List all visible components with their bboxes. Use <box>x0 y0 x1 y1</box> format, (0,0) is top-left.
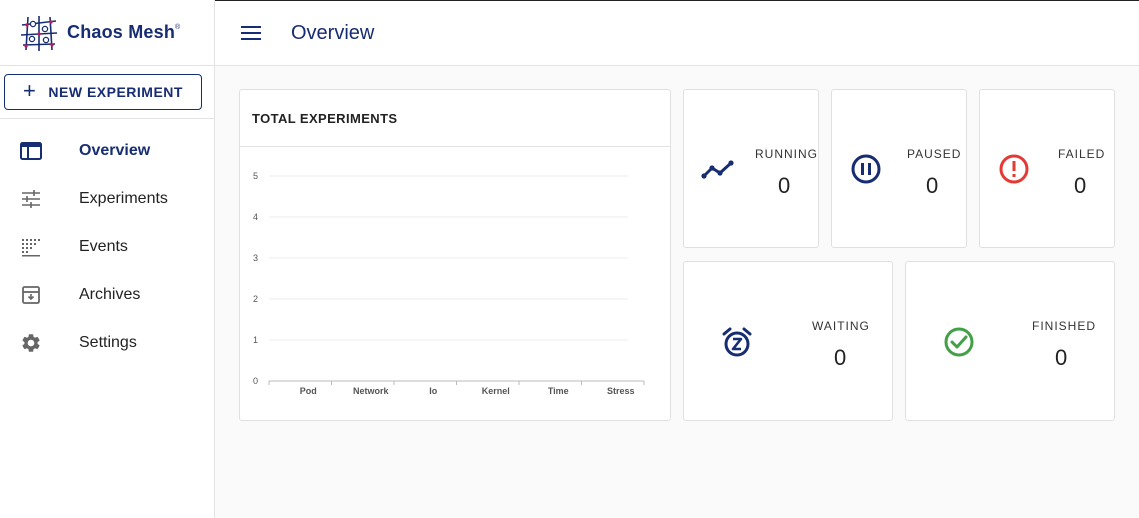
brand-name: Chaos Mesh® <box>67 22 181 42</box>
y-tick-label: 3 <box>253 253 258 263</box>
running-label: RUNNING <box>755 147 818 161</box>
brand[interactable]: Chaos Mesh® <box>0 0 214 66</box>
sidebar-nav: Overview Experiments Events Archives Set… <box>0 127 214 367</box>
sidebar-item-experiments[interactable]: Experiments <box>0 175 214 223</box>
sidebar-item-events[interactable]: Events <box>0 223 214 271</box>
sidebar-item-label: Archives <box>79 286 141 303</box>
sidebar-divider <box>0 118 214 119</box>
waiting-card[interactable]: WAITING 0 <box>683 261 893 421</box>
waiting-label: WAITING <box>812 319 870 333</box>
new-experiment-button[interactable]: + NEW EXPERIMENT <box>4 74 202 110</box>
x-tick-label: Time <box>548 386 569 396</box>
y-tick-label: 0 <box>253 376 258 386</box>
failed-card[interactable]: FAILED 0 <box>979 89 1115 248</box>
gear-icon <box>20 332 42 354</box>
grid-icon <box>20 236 42 258</box>
paused-count: 0 <box>926 173 939 198</box>
new-experiment-label: NEW EXPERIMENT <box>48 84 183 100</box>
sidebar-item-archives[interactable]: Archives <box>0 271 214 319</box>
error-icon <box>998 153 1030 190</box>
finished-count: 0 <box>1055 345 1068 370</box>
paused-card[interactable]: PAUSED 0 <box>831 89 967 248</box>
sidebar-item-label: Overview <box>79 142 151 159</box>
snooze-icon <box>721 326 753 363</box>
failed-label: FAILED <box>1058 147 1106 161</box>
plus-icon: + <box>23 78 37 103</box>
check-circle-icon <box>943 326 975 363</box>
y-tick-label: 4 <box>253 212 258 222</box>
finished-label: FINISHED <box>1032 319 1097 333</box>
sidebar-item-label: Events <box>79 238 128 255</box>
failed-count: 0 <box>1074 173 1087 198</box>
y-tick-label: 1 <box>253 335 258 345</box>
waiting-count: 0 <box>834 345 847 370</box>
top-bar: Overview <box>215 0 1139 66</box>
sidebar: Chaos Mesh® + NEW EXPERIMENT Overview Ex… <box>0 0 215 518</box>
sidebar-item-label: Experiments <box>79 190 168 207</box>
chart-title: TOTAL EXPERIMENTS <box>240 90 670 147</box>
x-tick-label: Pod <box>300 386 317 396</box>
sidebar-item-overview[interactable]: Overview <box>0 127 214 175</box>
x-tick-label: Kernel <box>482 386 510 396</box>
trend-icon <box>701 158 735 187</box>
total-experiments-chart: 0 1 2 3 4 5 Pod Network Io Kernel Time Stress <box>253 171 645 396</box>
paused-label: PAUSED <box>907 147 962 161</box>
tune-icon <box>20 188 42 210</box>
finished-card[interactable]: FINISHED 0 <box>905 261 1115 421</box>
y-tick-label: 5 <box>253 171 258 181</box>
x-tick-label: Network <box>353 386 390 396</box>
running-count: 0 <box>778 173 791 198</box>
dashboard-icon <box>20 140 42 162</box>
running-card[interactable]: RUNNING 0 <box>683 89 819 248</box>
x-tick-label: Stress <box>607 386 635 396</box>
menu-icon[interactable] <box>241 23 261 43</box>
pause-circle-icon <box>850 153 882 190</box>
sidebar-item-settings[interactable]: Settings <box>0 319 214 367</box>
total-experiments-card: TOTAL EXPERIMENTS 0 1 2 3 4 5 Pod Network Io Kern… <box>239 89 671 421</box>
chaos-mesh-logo <box>20 15 58 51</box>
x-tick-label: Io <box>429 386 438 396</box>
sidebar-item-label: Settings <box>79 334 137 351</box>
archive-icon <box>20 284 42 306</box>
page-title: Overview <box>291 21 375 44</box>
y-tick-label: 2 <box>253 294 258 304</box>
